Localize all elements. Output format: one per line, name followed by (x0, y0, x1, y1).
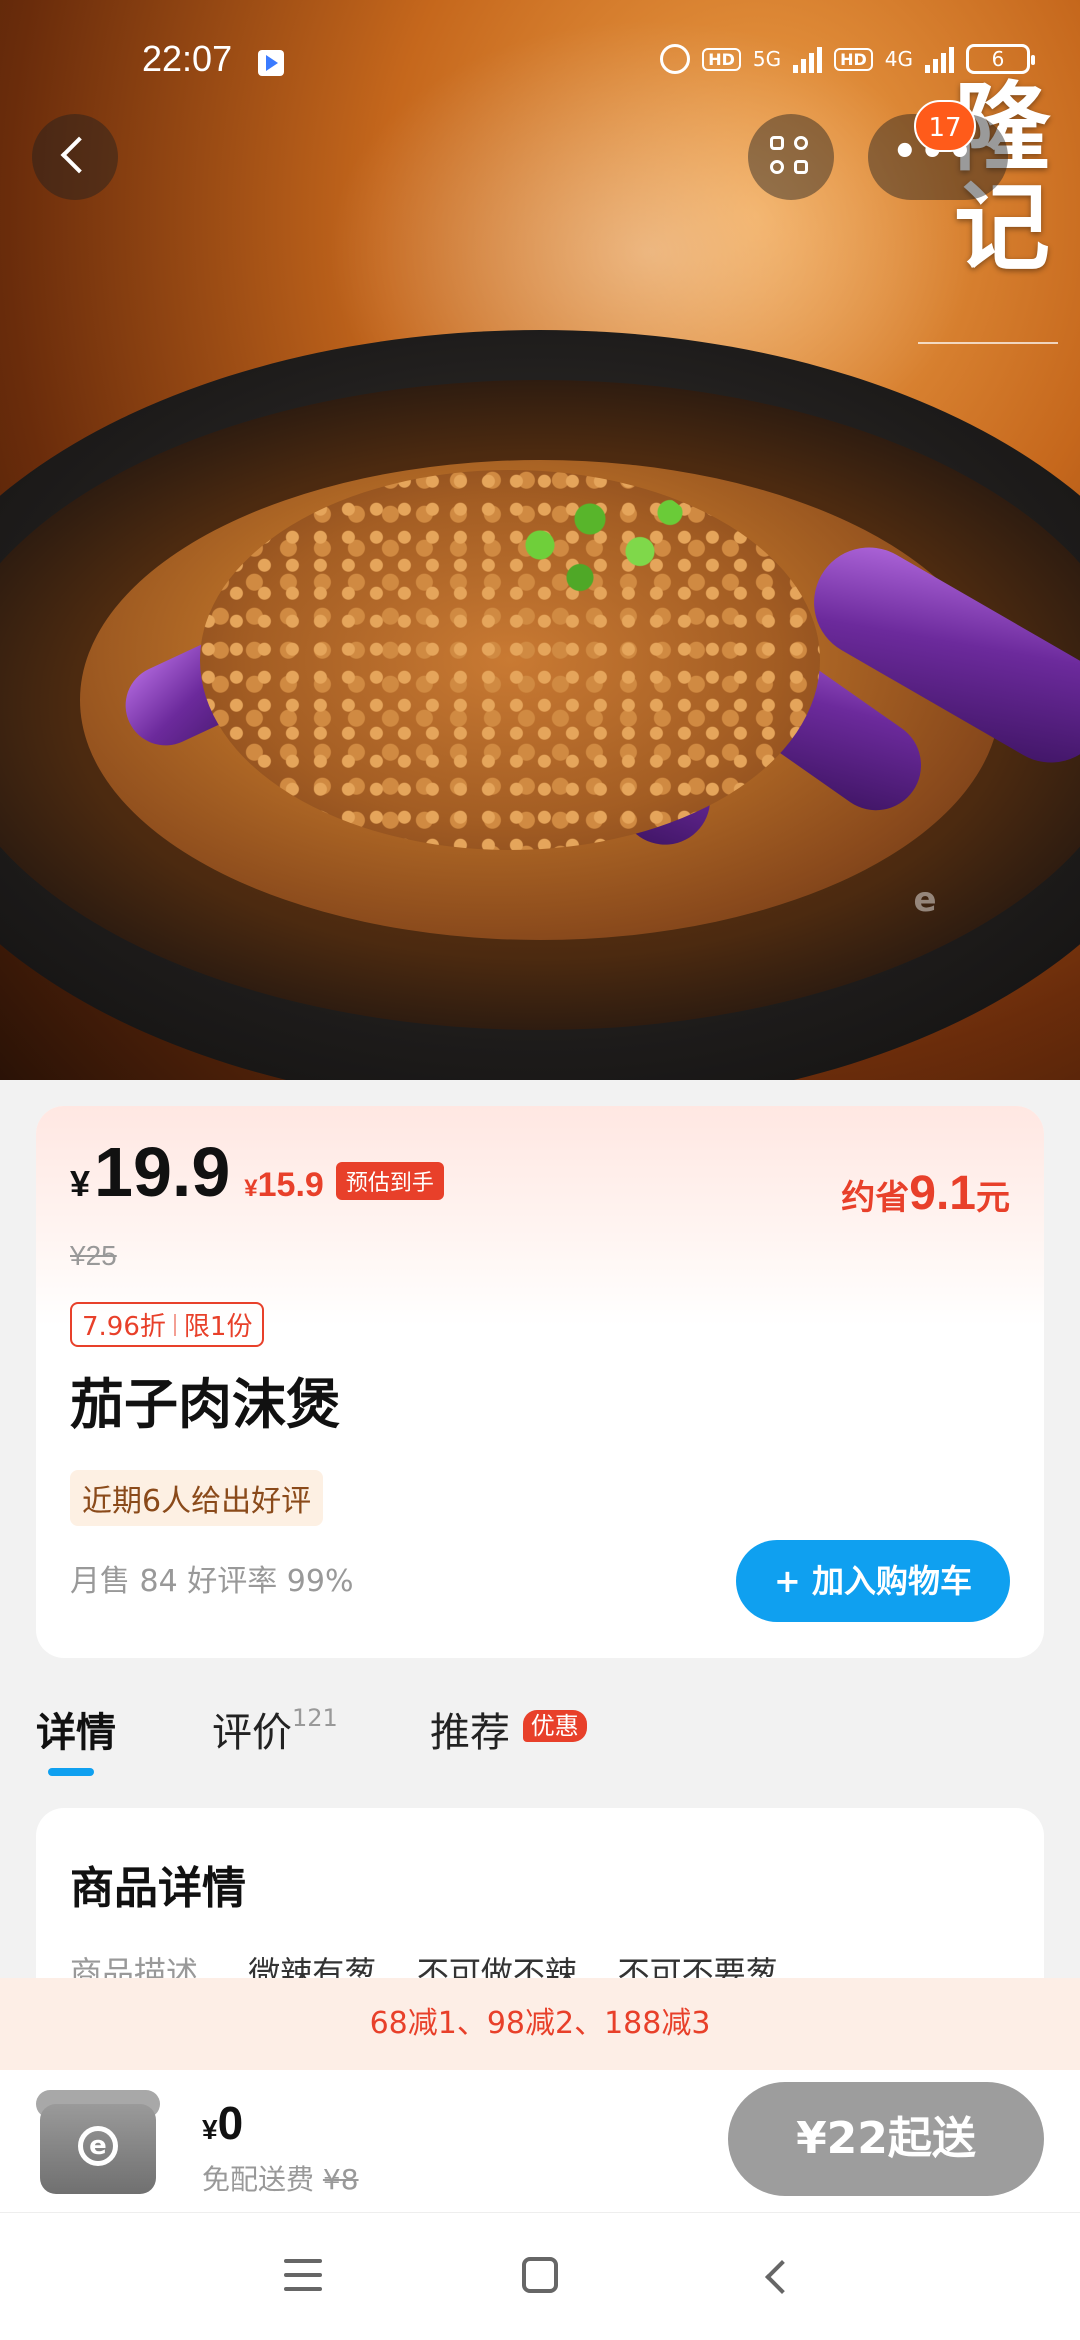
signal-icon (925, 45, 954, 73)
alarm-icon (660, 44, 691, 74)
divider (173, 1313, 176, 1336)
review-count: 121 (292, 1704, 338, 1732)
savings-amount: 9.1 (909, 1167, 976, 1220)
purchase-limit: 限1份 (183, 1312, 253, 1342)
system-navigation-bar (0, 2212, 1080, 2340)
back-button[interactable] (32, 114, 118, 200)
scan-icon (794, 160, 808, 174)
scan-icon (770, 136, 784, 150)
discount-badge: 7.96折 限1份 (70, 1302, 265, 1347)
recommend-badge: 优惠 (522, 1710, 587, 1742)
image-watermark: e (820, 880, 1030, 950)
content-tabs: 详情 评价121 推荐 优惠 (36, 1700, 1044, 1790)
active-tab-indicator (48, 1768, 94, 1776)
tab-recommend-label: 推荐 (430, 1710, 510, 1756)
minimum-order-button[interactable]: ¥22起送 (728, 2082, 1044, 2196)
eleme-logo-icon: e (78, 2126, 118, 2166)
home-icon[interactable] (522, 2257, 558, 2293)
price-symbol: ¥ (70, 1163, 91, 1204)
green-peas (500, 480, 700, 610)
tab-detail-label: 详情 (36, 1710, 116, 1756)
cart-price-symbol: ¥ (202, 2114, 218, 2145)
network-5g-label: 5G (752, 47, 782, 71)
signal-icon (793, 45, 823, 73)
menu-icon[interactable] (284, 2259, 322, 2291)
tab-recommend[interactable]: 推荐 优惠 (430, 1700, 587, 1758)
delivery-original-fee: ¥8 (322, 2163, 359, 2196)
tab-review-label: 评价 (212, 1710, 292, 1756)
play-store-icon (258, 50, 284, 76)
status-icons: HD 5G HD 4G 6 (660, 44, 1035, 74)
cart-icon[interactable]: e (36, 2080, 160, 2196)
scan-icon (794, 136, 808, 150)
promotion-bar[interactable]: 68减1、98减2、188减3 (0, 1978, 1080, 2070)
savings-unit: 元 (976, 1178, 1010, 1218)
detail-title: 商品详情 (70, 1863, 246, 1914)
cart-bar: e ¥0 免配送费 ¥8 ¥22起送 (0, 2070, 1080, 2212)
savings-label: 约省9.1元 (841, 1166, 1010, 1221)
savings-prefix: 约省 (841, 1178, 910, 1218)
battery-icon: 6 (966, 44, 1035, 74)
delivery-label: 免配送费 (202, 2163, 315, 2196)
notification-badge: 17 (914, 100, 976, 152)
tab-review[interactable]: 评价121 (212, 1700, 338, 1758)
status-time: 22:07 (142, 38, 233, 79)
sales-stats: 月售 84 好评率 99% (70, 1564, 354, 1599)
status-bar: 22:07 HD 5G HD 4G 6 (0, 0, 1080, 110)
hd-badge: HD (834, 47, 873, 71)
hd-badge: HD (702, 47, 741, 71)
estimated-price-value: 15.9 (257, 1166, 324, 1204)
estimated-price: ¥15.9 (244, 1166, 324, 1205)
scan-icon (770, 160, 784, 174)
estimated-price-symbol: ¥ (244, 1175, 258, 1202)
cart-total: ¥0 (202, 2096, 243, 2150)
back-icon[interactable] (765, 2260, 799, 2294)
add-to-cart-button[interactable]: + 加入购物车 (736, 1540, 1010, 1622)
product-price: 19.9 (94, 1133, 231, 1211)
price-row: ¥ 19.9 ¥15.9 预估到手 (70, 1132, 444, 1212)
cart-total-value: 0 (217, 2097, 244, 2149)
tab-detail[interactable]: 详情 (36, 1700, 116, 1758)
original-price: ¥25 (70, 1240, 117, 1271)
brand-logo-underline (918, 342, 1058, 344)
network-4g-label: 4G (884, 47, 913, 71)
review-highlight-tag: 近期6人给出好评 (70, 1470, 324, 1526)
watermark-logo-icon: e (913, 880, 937, 920)
discount-rate: 7.96折 (82, 1312, 166, 1342)
product-name: 茄子肉沫煲 (70, 1373, 340, 1436)
delivery-fee: 免配送费 ¥8 (202, 2158, 359, 2198)
product-info-card: ¥ 19.9 ¥15.9 预估到手 约省9.1元 ¥25 7.96折 限1份 茄… (36, 1106, 1044, 1658)
scan-button[interactable] (748, 114, 834, 200)
estimate-tag: 预估到手 (335, 1162, 444, 1200)
